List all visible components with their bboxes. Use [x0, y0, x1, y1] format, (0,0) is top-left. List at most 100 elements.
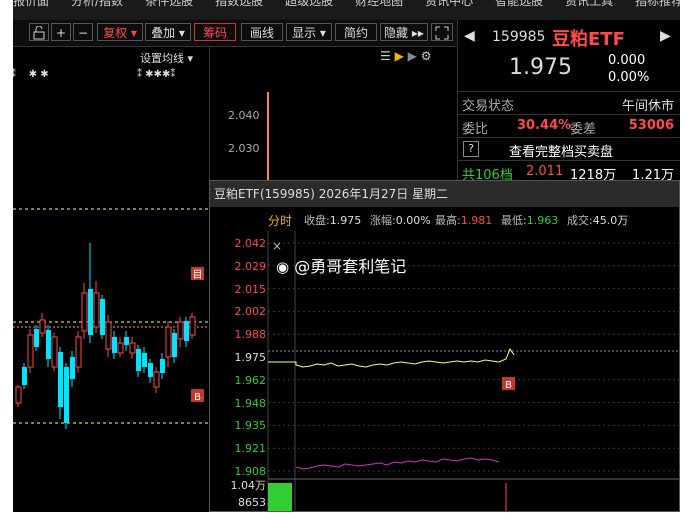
- menu-item[interactable]: 报价面: [13, 0, 49, 9]
- draw-line-button[interactable]: 画线: [241, 23, 283, 41]
- list-icon[interactable]: ☰: [380, 49, 391, 63]
- candle-body: [75, 336, 82, 368]
- close-stat: 收盘:1.975: [304, 211, 361, 231]
- low-stat: 最低:1.963: [501, 211, 558, 231]
- stock-name: 豆粕ETF: [552, 29, 625, 50]
- candle-body: [189, 316, 196, 336]
- play-icon[interactable]: ▶: [408, 49, 417, 63]
- candle-body: [165, 326, 172, 358]
- low-label: 最低:: [501, 214, 527, 227]
- trading-status-row: 交易状态 午间休市: [458, 91, 680, 114]
- menu-item[interactable]: 财经地图: [355, 0, 403, 9]
- menu-item[interactable]: 超级选股: [285, 0, 333, 9]
- chg-stat: 涨幅:0.00%: [370, 211, 431, 231]
- candlestick-chart[interactable]: 目 B: [13, 67, 209, 512]
- menu-item[interactable]: 资讯中心: [425, 0, 473, 9]
- tab-intraday[interactable]: 分时: [268, 211, 292, 231]
- restore-rights-dropdown[interactable]: 复权 ▾: [97, 23, 143, 41]
- menu-item[interactable]: 智能选股: [495, 0, 543, 9]
- webi-value: 30.44%: [517, 118, 572, 133]
- order-ratio-row: 委比 30.44% 委差 53006: [458, 114, 680, 137]
- menu-item[interactable]: 分析/指数: [71, 0, 123, 9]
- ma-setting-label: 设置均线: [140, 52, 184, 65]
- candle-body: [15, 386, 22, 404]
- zoom-out-icon[interactable]: −: [73, 23, 93, 41]
- candle-body: [100, 299, 105, 335]
- candle-body: [88, 289, 93, 335]
- depth-tools: ☰ ▶ ▶ ⚙: [380, 49, 431, 63]
- next-stock-arrow[interactable]: ▶: [660, 28, 671, 44]
- b-marker-label: B: [194, 392, 201, 403]
- prev-stock-arrow[interactable]: ◀: [464, 28, 475, 44]
- watermark-text: @勇哥套利笔记: [294, 257, 407, 276]
- depth-price-label: 2.040: [228, 109, 260, 122]
- intraday-info-bar: 分时 收盘:1.975 涨幅:0.00% 最高:1.981 最低:1.963 成…: [210, 211, 679, 231]
- display-dropdown[interactable]: 显示 ▾: [286, 23, 332, 41]
- high-stat: 最高:1.981: [435, 211, 492, 231]
- close-value: 1.975: [329, 214, 362, 227]
- close-icon[interactable]: ×: [272, 239, 282, 253]
- hide-button[interactable]: 隐藏 ▸▸: [380, 23, 428, 41]
- level-price: 2.011: [526, 164, 564, 179]
- depth-price-label: 2.030: [228, 142, 260, 155]
- vol-label: 成交:: [567, 214, 593, 227]
- zoom-in-icon[interactable]: +: [51, 23, 71, 41]
- weicha-value: 53006: [628, 118, 674, 133]
- close-label: 收盘:: [304, 214, 330, 227]
- candle-body: [58, 352, 63, 407]
- candle-body: [129, 342, 136, 354]
- menu-item[interactable]: 指标推荐: [635, 0, 680, 9]
- candle-body: [51, 336, 58, 368]
- buy-marker-label: B: [505, 380, 512, 391]
- stock-code: 159985: [492, 29, 546, 45]
- menu-item[interactable]: 条件选股: [145, 0, 193, 9]
- display-label: 显示: [292, 26, 317, 40]
- candle-body: [148, 363, 153, 377]
- candle-body: [153, 371, 160, 388]
- restore-label: 复权: [103, 26, 128, 40]
- simple-mode-button[interactable]: 简约: [335, 23, 377, 41]
- candle-body: [93, 292, 100, 328]
- full-book-row[interactable]: ? 查看完整档买卖盘: [458, 137, 680, 160]
- menu-item[interactable]: 指数选股: [215, 0, 263, 9]
- overlay-label: 叠加: [151, 26, 176, 40]
- candle-body: [172, 333, 177, 357]
- candle-body: [124, 337, 129, 345]
- menu-bar: 报价面 分析/指数 条件选股 指数选股 超级选股 财经地图 资讯中心 智能选股 资讯工具 指标推荐: [13, 0, 680, 20]
- full-book-link[interactable]: 查看完整档买卖盘: [509, 141, 613, 160]
- trading-app-window: 报价面 分析/指数 条件选股 指数选股 超级选股 财经地图 资讯中心 智能选股 资讯工具 指标推荐…: [13, 0, 680, 512]
- gear-icon[interactable]: ⚙: [421, 49, 432, 63]
- low-value: 1.963: [526, 214, 559, 227]
- chg-label: 涨幅:: [370, 214, 396, 227]
- intraday-popup: 豆粕ETF(159985) 2026年1月27日 星期二 分时 收盘:1.975…: [209, 180, 680, 512]
- quote-panel: ◀ 159985 豆粕ETF ▶ 1.975 0.000 0.00% 交易状态 …: [458, 20, 680, 183]
- volume-trend-line: [295, 457, 500, 470]
- status-value: 午间休市: [621, 99, 674, 114]
- candle-body: [184, 321, 189, 341]
- flag-icon[interactable]: ▶: [395, 49, 404, 63]
- menu-item[interactable]: 资讯工具: [565, 0, 613, 9]
- candle-body: [27, 334, 34, 368]
- vol-value: 45.0万: [592, 214, 629, 227]
- chips-button[interactable]: 筹码: [194, 23, 236, 41]
- status-label: 交易状态: [462, 99, 515, 114]
- candle-body: [64, 367, 69, 423]
- candle-body: [81, 292, 88, 332]
- lock-icon[interactable]: [29, 23, 49, 41]
- overlay-dropdown[interactable]: 叠加 ▾: [145, 23, 191, 41]
- candle-body: [136, 349, 141, 371]
- help-icon[interactable]: ?: [463, 141, 479, 157]
- vol-stat: 成交:45.0万: [567, 211, 628, 231]
- candle-body: [112, 337, 117, 353]
- ma-settings-dropdown[interactable]: 设置均线 ▾: [140, 50, 193, 66]
- popup-title: 豆粕ETF(159985) 2026年1月27日 星期二: [210, 181, 679, 207]
- candle-body: [177, 321, 184, 340]
- price-change: 0.000: [608, 53, 646, 68]
- chg-value: 0.00%: [395, 214, 431, 227]
- mu-marker-label: 目: [193, 270, 203, 281]
- fullscreen-icon[interactable]: [431, 23, 453, 41]
- hide-label: 隐藏: [384, 26, 409, 40]
- price-line: [268, 347, 515, 368]
- ma-subbar: 设置均线 ▾ ⁑ ✱ ✱ ⁑ ✱✱✱⁑: [13, 47, 209, 80]
- candle-body: [142, 353, 147, 367]
